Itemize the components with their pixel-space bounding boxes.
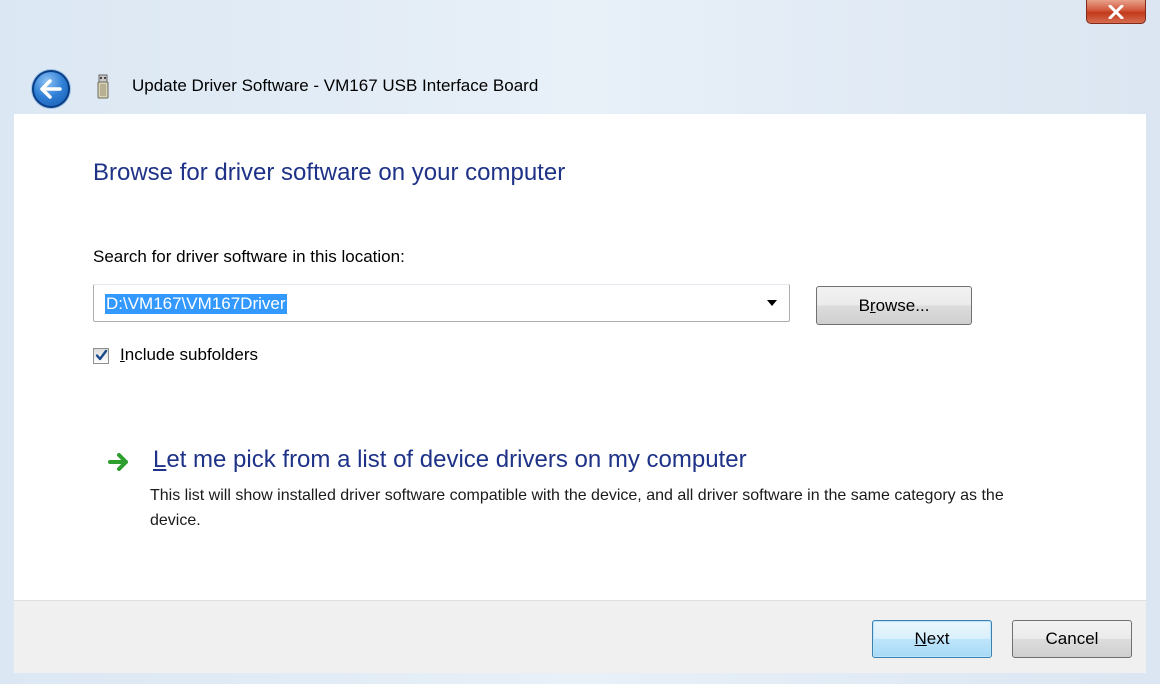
window-frame: Update Driver Software - VM167 USB Inter…	[0, 0, 1160, 684]
browse-button[interactable]: Br owse...	[816, 286, 972, 325]
browse-label-end: owse...	[875, 295, 930, 315]
cancel-button[interactable]: Cancel	[1012, 620, 1132, 658]
pick-link-end: et me pick from a list of device drivers…	[166, 446, 747, 473]
browse-label-start: B	[858, 295, 870, 315]
include-subfolders-checkbox[interactable]	[93, 348, 109, 364]
back-button[interactable]	[32, 70, 70, 108]
pick-link-access-key: L	[153, 446, 167, 473]
next-button[interactable]: Next	[872, 620, 992, 658]
window-title: Update Driver Software - VM167 USB Inter…	[132, 76, 539, 95]
next-access-key: N	[914, 629, 927, 648]
checkmark-icon	[95, 349, 108, 361]
green-arrow-icon[interactable]	[108, 453, 130, 471]
pick-from-list-link[interactable]: Let me pick from a list of device driver…	[153, 446, 747, 474]
page-heading: Browse for driver software on your compu…	[93, 159, 566, 186]
include-subfolders-label[interactable]: Include subfolders	[120, 345, 258, 365]
next-label-end: ext	[926, 629, 950, 648]
back-arrow-icon	[40, 79, 62, 99]
close-icon	[1108, 4, 1124, 19]
usb-device-icon	[97, 74, 109, 99]
search-location-label: Search for driver software in this locat…	[93, 247, 405, 266]
title-bar: Update Driver Software - VM167 USB Inter…	[14, 62, 1146, 114]
dialog-content: Browse for driver software on your compu…	[14, 114, 1146, 600]
driver-path-combobox[interactable]: D:\VM167\VM167Driver	[93, 284, 790, 322]
chevron-down-icon[interactable]	[767, 300, 777, 306]
dialog-footer: Next Cancel	[14, 600, 1146, 673]
pick-from-list-description: This list will show installed driver sof…	[150, 487, 1004, 529]
close-button[interactable]	[1086, 0, 1146, 24]
driver-path-value[interactable]: D:\VM167\VM167Driver	[105, 294, 287, 314]
subfolders-label-end: nclude subfolders	[124, 345, 258, 364]
